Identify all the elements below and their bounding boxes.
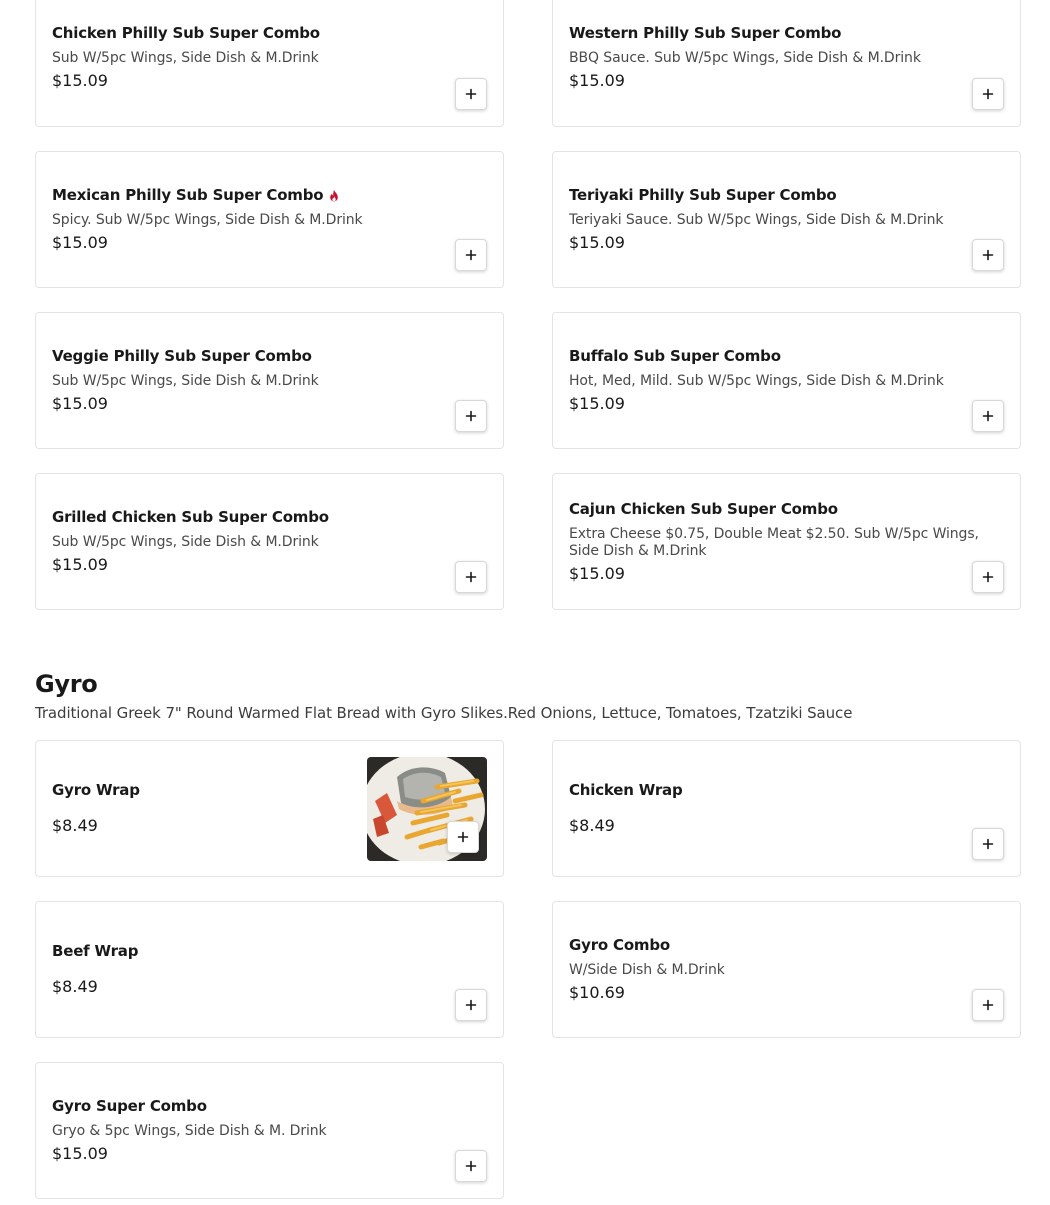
item-description: BBQ Sauce. Sub W/5pc Wings, Side Dish & … bbox=[569, 50, 921, 66]
plus-icon bbox=[465, 410, 477, 422]
add-to-cart-button[interactable] bbox=[972, 78, 1004, 110]
menu-item-card[interactable]: Buffalo Sub Super Combo Hot, Med, Mild. … bbox=[552, 312, 1021, 449]
plus-icon bbox=[465, 1160, 477, 1172]
item-description: Teriyaki Sauce. Sub W/5pc Wings, Side Di… bbox=[569, 212, 944, 228]
menu-item-card[interactable]: Teriyaki Philly Sub Super Combo Teriyaki… bbox=[552, 151, 1021, 288]
menu-item-card[interactable]: Gyro Super Combo Gryo & 5pc Wings, Side … bbox=[35, 1062, 504, 1199]
section-title: Gyro bbox=[35, 670, 98, 698]
menu-item-card[interactable]: Beef Wrap $8.49 bbox=[35, 901, 504, 1038]
item-description: Gryo & 5pc Wings, Side Dish & M. Drink bbox=[52, 1123, 327, 1139]
item-name: Gyro Combo bbox=[569, 936, 671, 954]
plus-icon bbox=[465, 571, 477, 583]
item-name: Veggie Philly Sub Super Combo bbox=[52, 347, 312, 365]
item-description: Extra Cheese $0.75, Double Meat $2.50. S… bbox=[569, 525, 979, 559]
menu-item-card[interactable]: Western Philly Sub Super Combo BBQ Sauce… bbox=[552, 0, 1021, 127]
item-price: $8.49 bbox=[569, 816, 615, 835]
item-name: Cajun Chicken Sub Super Combo bbox=[569, 499, 838, 518]
plus-icon bbox=[982, 88, 994, 100]
item-name: Chicken Philly Sub Super Combo bbox=[52, 24, 320, 42]
add-to-cart-button[interactable] bbox=[972, 239, 1004, 271]
item-price: $15.09 bbox=[52, 555, 108, 574]
item-image[interactable] bbox=[367, 757, 487, 861]
item-description: Sub W/5pc Wings, Side Dish & M.Drink bbox=[52, 373, 319, 389]
add-to-cart-button[interactable] bbox=[455, 78, 487, 110]
item-price: $10.69 bbox=[569, 983, 625, 1002]
item-description: Spicy. Sub W/5pc Wings, Side Dish & M.Dr… bbox=[52, 212, 363, 228]
item-price: $15.09 bbox=[569, 233, 625, 252]
plus-icon bbox=[465, 88, 477, 100]
plus-icon bbox=[982, 410, 994, 422]
fire-icon bbox=[330, 189, 339, 201]
plus-icon bbox=[982, 838, 994, 850]
add-to-cart-button[interactable] bbox=[455, 561, 487, 593]
item-name: Grilled Chicken Sub Super Combo bbox=[52, 508, 329, 526]
item-name: Beef Wrap bbox=[52, 942, 139, 960]
add-to-cart-button[interactable] bbox=[972, 828, 1004, 860]
item-description: Sub W/5pc Wings, Side Dish & M.Drink bbox=[52, 50, 319, 66]
item-name-row: Mexican Philly Sub Super Combo bbox=[52, 186, 483, 205]
item-name: Gyro Super Combo bbox=[52, 1097, 207, 1115]
item-name: Buffalo Sub Super Combo bbox=[569, 347, 781, 365]
menu-item-card[interactable]: Chicken Wrap $8.49 bbox=[552, 740, 1021, 877]
item-name: Teriyaki Philly Sub Super Combo bbox=[569, 186, 837, 204]
item-price: $15.09 bbox=[52, 233, 108, 252]
add-to-cart-button[interactable] bbox=[455, 1150, 487, 1182]
item-price: $15.09 bbox=[569, 71, 625, 90]
plus-icon bbox=[982, 571, 994, 583]
item-description: W/Side Dish & M.Drink bbox=[569, 962, 725, 978]
item-price: $15.09 bbox=[52, 1144, 108, 1163]
add-to-cart-button[interactable] bbox=[447, 821, 479, 853]
menu-item-card[interactable]: Chicken Philly Sub Super Combo Sub W/5pc… bbox=[35, 0, 504, 127]
item-price: $8.49 bbox=[52, 816, 98, 835]
item-description: Hot, Med, Mild. Sub W/5pc Wings, Side Di… bbox=[569, 373, 944, 389]
item-price: $15.09 bbox=[569, 394, 625, 413]
menu-item-card[interactable]: Gyro Combo W/Side Dish & M.Drink $10.69 bbox=[552, 901, 1021, 1038]
plus-icon bbox=[457, 831, 469, 843]
add-to-cart-button[interactable] bbox=[972, 561, 1004, 593]
menu-item-card[interactable]: Veggie Philly Sub Super Combo Sub W/5pc … bbox=[35, 312, 504, 449]
plus-icon bbox=[982, 999, 994, 1011]
menu-item-card[interactable]: Mexican Philly Sub Super Combo Spicy. Su… bbox=[35, 151, 504, 288]
add-to-cart-button[interactable] bbox=[972, 989, 1004, 1021]
item-price: $15.09 bbox=[52, 71, 108, 90]
menu-item-card[interactable]: Grilled Chicken Sub Super Combo Sub W/5p… bbox=[35, 473, 504, 610]
item-name: Mexican Philly Sub Super Combo bbox=[52, 186, 324, 204]
item-name: Western Philly Sub Super Combo bbox=[569, 24, 842, 42]
add-to-cart-button[interactable] bbox=[455, 989, 487, 1021]
plus-icon bbox=[982, 249, 994, 261]
plus-icon bbox=[465, 999, 477, 1011]
add-to-cart-button[interactable] bbox=[455, 400, 487, 432]
plus-icon bbox=[465, 249, 477, 261]
section-description: Traditional Greek 7" Round Warmed Flat B… bbox=[35, 704, 853, 722]
item-price: $15.09 bbox=[569, 563, 625, 583]
menu-item-card[interactable]: Cajun Chicken Sub Super Combo Extra Chee… bbox=[552, 473, 1021, 610]
menu-item-card[interactable]: Gyro Wrap $8.49 bbox=[35, 740, 504, 877]
item-name: Gyro Wrap bbox=[52, 781, 140, 799]
item-description: Sub W/5pc Wings, Side Dish & M.Drink bbox=[52, 534, 319, 550]
item-name: Chicken Wrap bbox=[569, 781, 683, 799]
item-price: $15.09 bbox=[52, 394, 108, 413]
item-price: $8.49 bbox=[52, 977, 98, 996]
add-to-cart-button[interactable] bbox=[972, 400, 1004, 432]
add-to-cart-button[interactable] bbox=[455, 239, 487, 271]
